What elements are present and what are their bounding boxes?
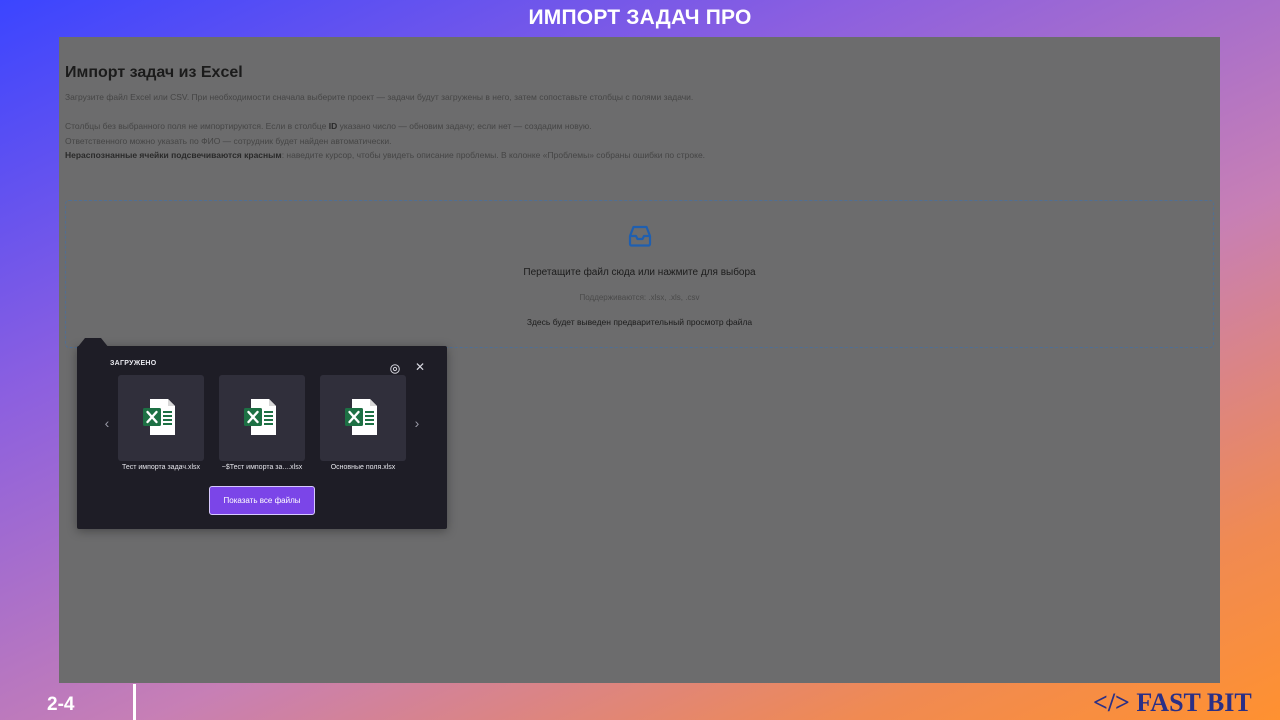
downloaded-file-card[interactable] xyxy=(320,375,406,461)
page-title: Импорт задач из Excel xyxy=(65,64,243,81)
dropzone-main-text: Перетащите файл сюда или нажмите для выб… xyxy=(523,267,756,278)
slide-title: ИМПОРТ ЗАДАЧ ПРО xyxy=(528,6,752,29)
excel-icon xyxy=(345,399,377,435)
description-line: Ответственного можно указать по ФИО — со… xyxy=(65,136,392,146)
downloaded-file-card[interactable] xyxy=(118,375,204,461)
inbox-icon xyxy=(628,225,652,247)
chevron-right-icon[interactable]: › xyxy=(411,416,423,430)
downloaded-file-card[interactable] xyxy=(219,375,305,461)
show-all-files-button[interactable]: Показать все файлы xyxy=(209,486,315,515)
file-dropzone[interactable]: Перетащите файл сюда или нажмите для выб… xyxy=(65,200,1214,348)
dropzone-supported-formats: Поддерживаются: .xlsx, .xls, .csv xyxy=(579,293,700,302)
downloaded-file-name[interactable]: Тест импорта задач.xlsx xyxy=(111,464,211,471)
desc-text: : наведите курсор, чтобы увидеть описани… xyxy=(281,150,706,160)
description-line-id: Столбцы без выбранного поля не импортиру… xyxy=(65,121,592,131)
settings-icon[interactable] xyxy=(389,363,401,375)
desc-id-bold: ID xyxy=(328,121,338,131)
desc-text: указано число — обновим задачу; если нет… xyxy=(337,121,592,131)
chevron-left-icon[interactable]: ‹ xyxy=(101,416,113,430)
footer-divider xyxy=(133,684,136,720)
excel-icon xyxy=(143,399,175,435)
desc-bold: Нераспознанные ячейки подсвечиваются кра… xyxy=(65,150,282,160)
downloaded-file-name[interactable]: ~$Тест импорта за....xlsx xyxy=(212,464,312,471)
downloads-popup: ЗАГРУЖЕНО ✕ ‹ › Тест импорта задач.xlsx xyxy=(77,338,447,529)
dropzone-preview-text: Здесь будет выведен предварительный прос… xyxy=(526,317,753,327)
slide-number: 2-4 xyxy=(47,694,75,715)
description-line: Загрузите файл Excel или CSV. При необхо… xyxy=(65,92,694,102)
brand-logo: </> FAST BIT xyxy=(1093,688,1252,717)
desc-text: Столбцы без выбранного поля не импортиру… xyxy=(65,121,329,131)
excel-icon xyxy=(244,399,276,435)
description-line-problems: Нераспознанные ячейки подсвечиваются кра… xyxy=(65,150,705,160)
close-icon[interactable]: ✕ xyxy=(413,360,427,374)
downloads-title: ЗАГРУЖЕНО xyxy=(110,360,157,367)
downloaded-file-name[interactable]: Основные поля.xlsx xyxy=(313,464,413,471)
